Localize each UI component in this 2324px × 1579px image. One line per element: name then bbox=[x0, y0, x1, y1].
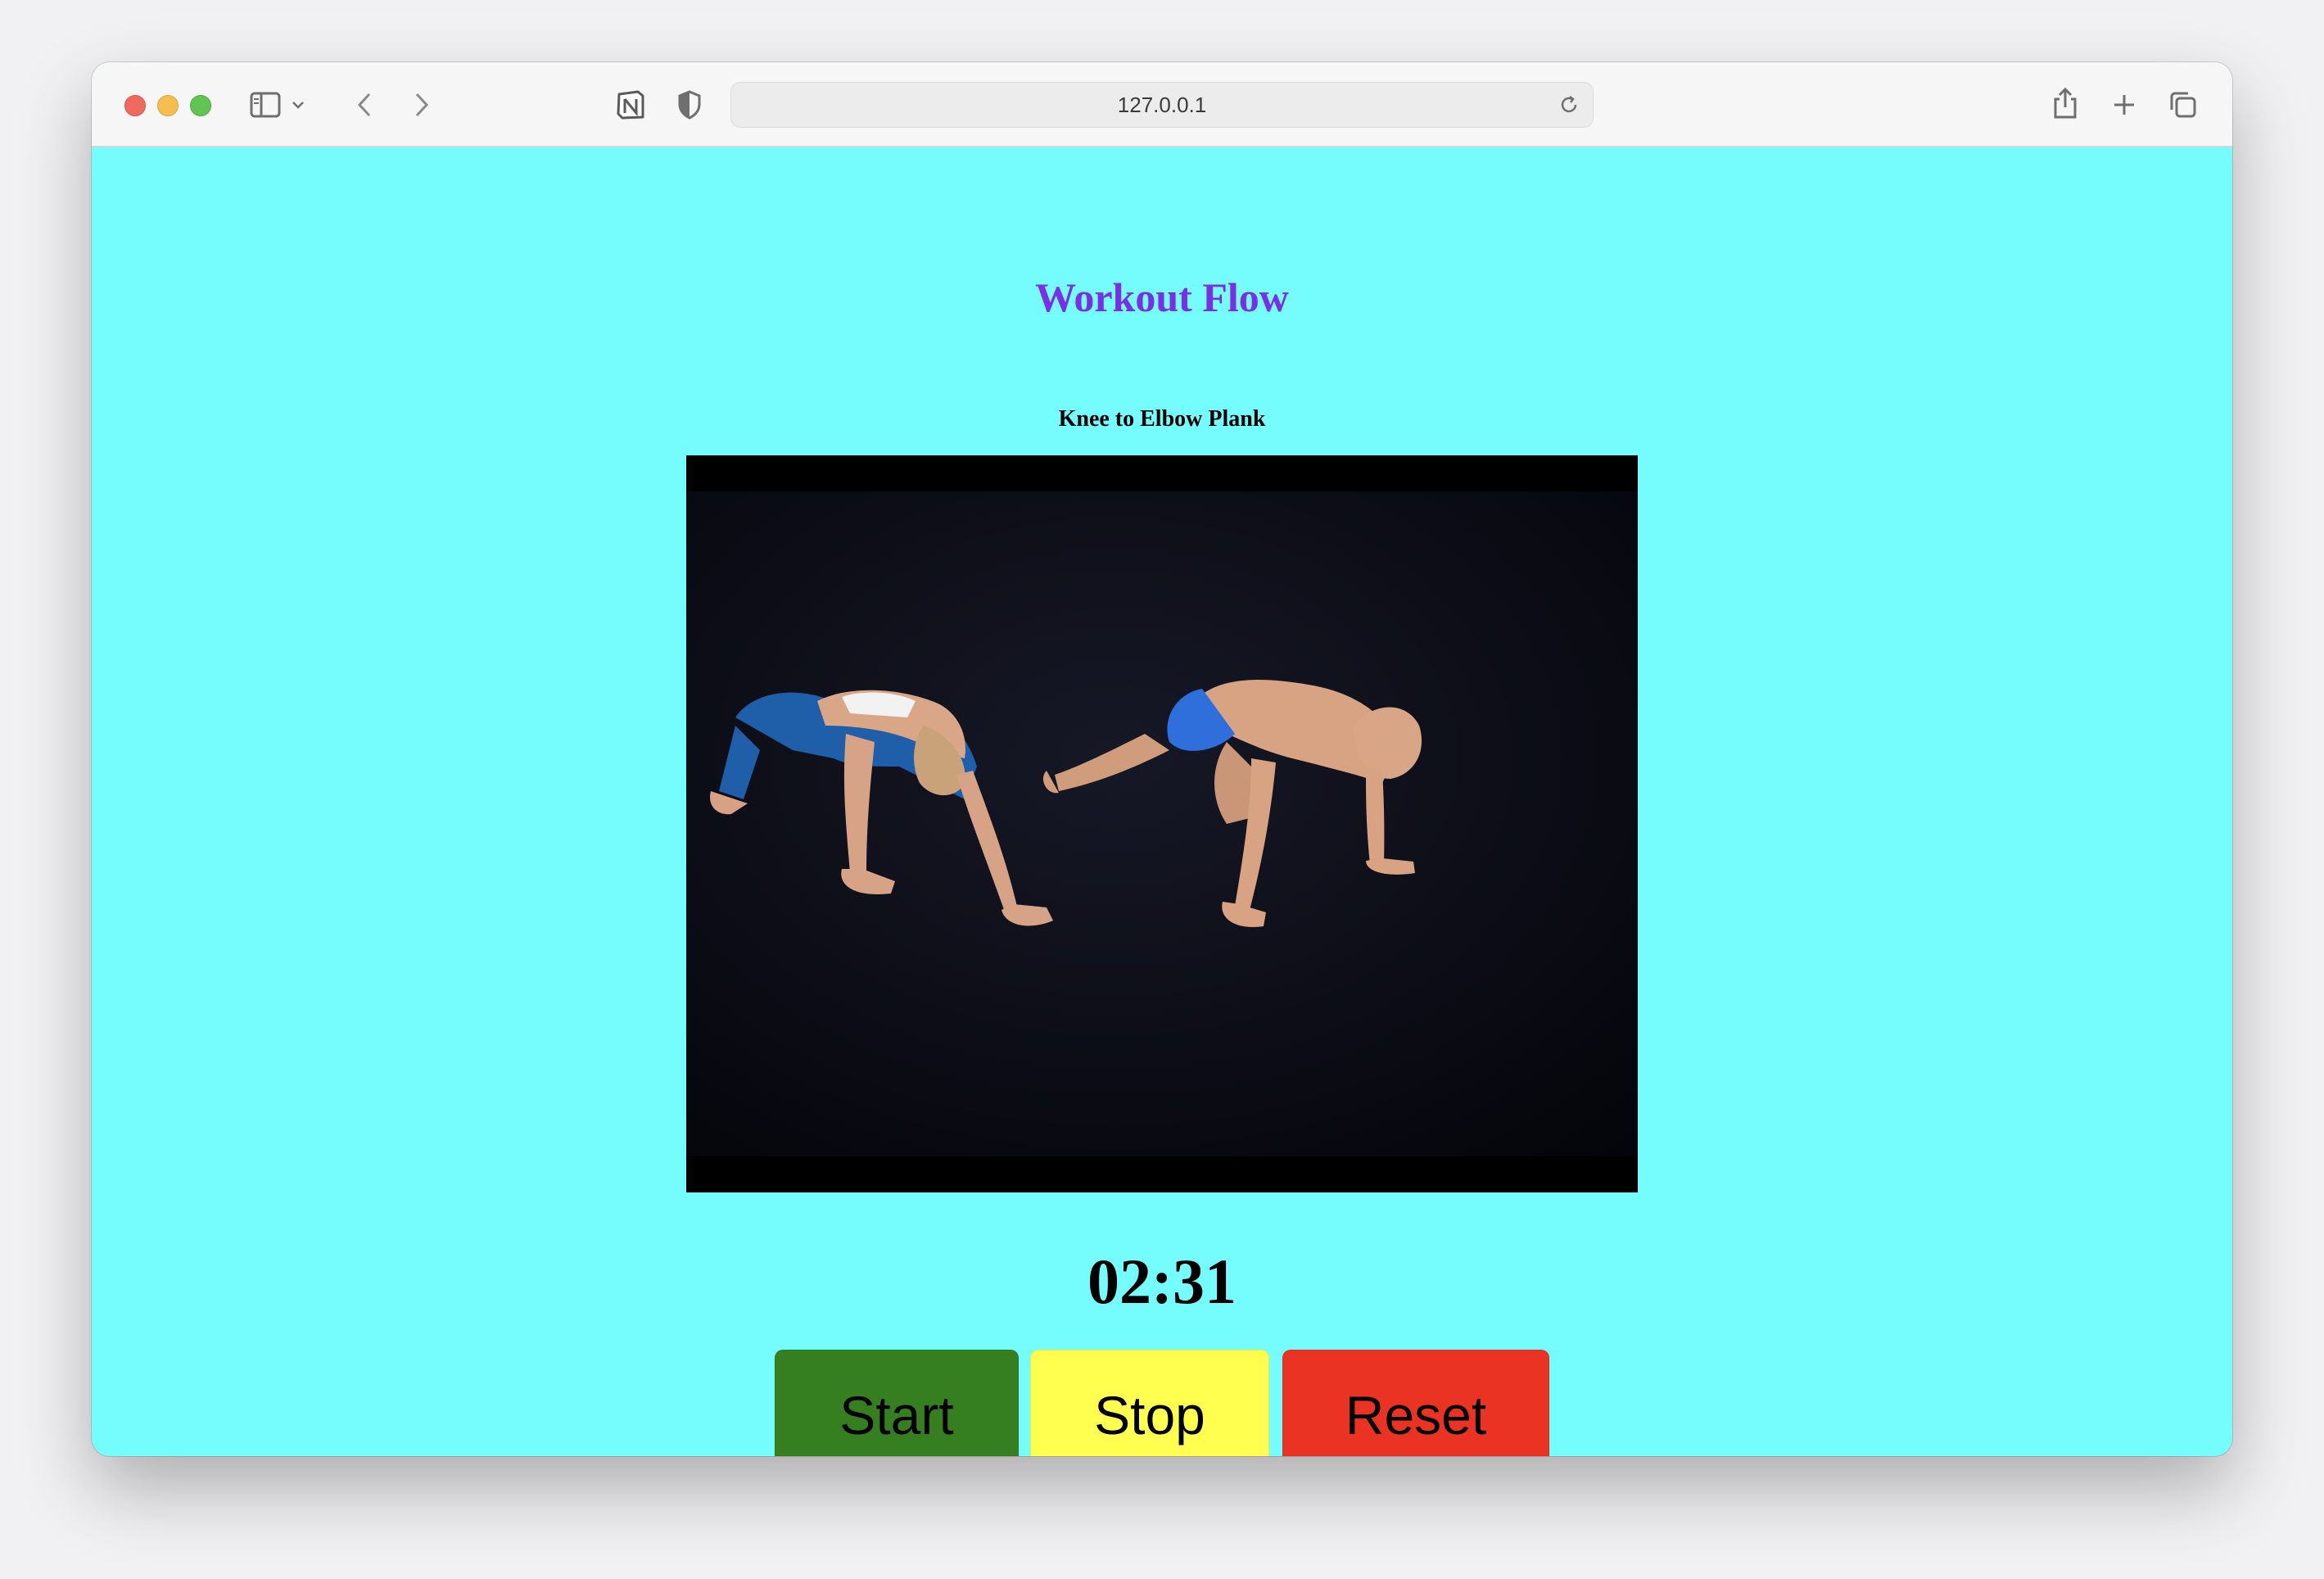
plus-icon[interactable] bbox=[2109, 90, 2139, 120]
exercise-name: Knee to Elbow Plank bbox=[1058, 406, 1266, 432]
chevron-down-icon[interactable] bbox=[288, 95, 308, 115]
zoom-window-button[interactable] bbox=[190, 95, 211, 116]
share-icon[interactable] bbox=[2049, 85, 2082, 121]
minimize-window-button[interactable] bbox=[157, 95, 179, 116]
start-button[interactable]: Start bbox=[775, 1350, 1019, 1456]
page-title: Workout Flow bbox=[1035, 274, 1289, 320]
reset-button[interactable]: Reset bbox=[1282, 1350, 1549, 1456]
back-arrow-icon[interactable] bbox=[352, 88, 377, 121]
shield-icon[interactable] bbox=[675, 88, 704, 121]
countdown-timer: 02:31 bbox=[1087, 1246, 1237, 1317]
sidebar-icon[interactable] bbox=[249, 90, 282, 120]
exercise-video[interactable] bbox=[686, 455, 1638, 1192]
video-frame bbox=[686, 455, 1638, 1192]
address-text: 127.0.0.1 bbox=[1117, 92, 1207, 117]
address-bar[interactable]: 127.0.0.1 bbox=[730, 82, 1594, 128]
stop-button[interactable]: Stop bbox=[1030, 1350, 1269, 1456]
page-content: Workout Flow Knee to Elbow Plank 02:31 S… bbox=[92, 147, 2232, 1456]
notion-icon[interactable] bbox=[614, 88, 647, 121]
browser-window: 127.0.0.1 Workout Flow Knee to Elbow Pla… bbox=[92, 62, 2232, 1456]
tabs-overview-icon[interactable] bbox=[2167, 88, 2200, 121]
forward-arrow-icon[interactable] bbox=[409, 88, 434, 121]
reload-icon[interactable] bbox=[1557, 93, 1581, 117]
browser-toolbar: 127.0.0.1 bbox=[92, 62, 2232, 147]
close-window-button[interactable] bbox=[124, 95, 146, 116]
